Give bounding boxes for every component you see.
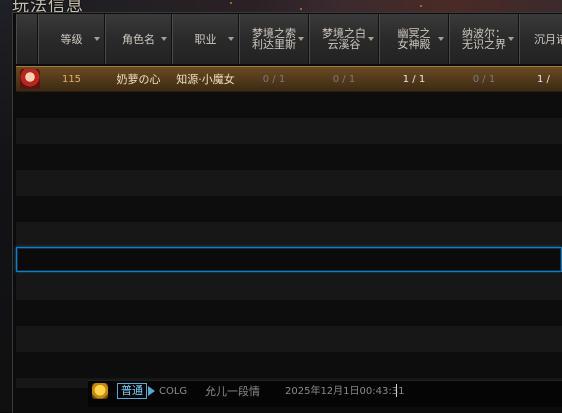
ember-decoration xyxy=(420,5,422,7)
text-cursor xyxy=(396,384,397,397)
empty-row xyxy=(16,118,562,144)
empty-row xyxy=(16,144,562,170)
table-header: 等级 角色名 职业 梦境之索利达里斯 梦境之白云溪谷 幽冥之女神殿 纳波尔：无识… xyxy=(16,14,562,64)
column-header-label: 沉月诸 xyxy=(534,32,562,46)
sort-arrow-icon xyxy=(298,37,304,41)
column-header-label: 等级 xyxy=(60,32,83,46)
sort-arrow-icon xyxy=(94,37,100,41)
empty-row xyxy=(16,196,562,222)
empty-row xyxy=(16,92,562,118)
cell-progress: 0 / 1 xyxy=(262,73,286,85)
chat-message: 允儿一段情 xyxy=(205,385,260,398)
sort-arrow-icon xyxy=(161,37,167,41)
empty-row xyxy=(16,300,562,326)
cell-progress: 1 / xyxy=(537,73,550,85)
empty-row xyxy=(16,170,562,196)
header-spacer xyxy=(16,14,38,64)
column-header-label: 角色名 xyxy=(122,32,155,46)
ember-decoration xyxy=(300,8,302,10)
ember-decoration xyxy=(230,2,232,4)
column-header-label: 梦境之白云溪谷 xyxy=(322,27,366,51)
column-header-label: 职业 xyxy=(194,32,217,46)
chat-emote-icon[interactable] xyxy=(92,383,108,399)
table-row[interactable]: 115 奶萝の心 知源·小魔女 0 / 1 0 / 1 1 / 1 0 / 1 … xyxy=(16,66,562,92)
sort-arrow-icon xyxy=(438,37,444,41)
column-header-label: 梦境之索利达里斯 xyxy=(252,27,296,51)
column-header-dungeon-5[interactable]: 沉月诸 xyxy=(519,14,562,64)
column-header-dungeon-3[interactable]: 幽冥之女神殿 xyxy=(379,14,449,64)
table-body: 115 奶萝の心 知源·小魔女 0 / 1 0 / 1 1 / 1 0 / 1 … xyxy=(16,66,562,406)
chat-channel-tag[interactable]: 普通 xyxy=(117,383,147,399)
sort-arrow-icon xyxy=(228,37,234,41)
column-header-name[interactable]: 角色名 xyxy=(105,14,172,64)
empty-row xyxy=(16,222,562,248)
column-header-level[interactable]: 等级 xyxy=(38,14,105,64)
left-frame-edge xyxy=(0,0,12,412)
empty-row xyxy=(16,326,562,352)
column-header-job[interactable]: 职业 xyxy=(172,14,239,64)
column-header-dungeon-4[interactable]: 纳波尔：无识之界 xyxy=(449,14,519,64)
cell-progress: 0 / 1 xyxy=(472,73,496,85)
focused-row[interactable] xyxy=(16,247,562,272)
empty-row xyxy=(16,274,562,300)
cell-name: 奶萝の心 xyxy=(116,73,161,86)
column-header-dungeon-2[interactable]: 梦境之白云溪谷 xyxy=(309,14,379,64)
chat-timestamp: 2025年12月1日00:43:31 xyxy=(285,386,405,397)
column-header-label: 幽冥之女神殿 xyxy=(397,27,431,51)
cell-progress: 0 / 1 xyxy=(332,73,356,85)
chat-username[interactable]: COLG xyxy=(159,386,187,398)
cell-job: 知源·小魔女 xyxy=(176,73,235,86)
sort-arrow-icon xyxy=(368,37,374,41)
column-header-dungeon-1[interactable]: 梦境之索利达里斯 xyxy=(239,14,309,64)
cell-level: 115 xyxy=(61,73,82,85)
channel-arrow-icon xyxy=(148,386,155,396)
empty-row xyxy=(16,352,562,378)
sort-arrow-icon xyxy=(508,37,514,41)
column-header-label: 纳波尔：无识之界 xyxy=(462,27,506,51)
cell-progress: 1 / 1 xyxy=(402,73,426,85)
character-avatar-icon xyxy=(20,69,40,89)
